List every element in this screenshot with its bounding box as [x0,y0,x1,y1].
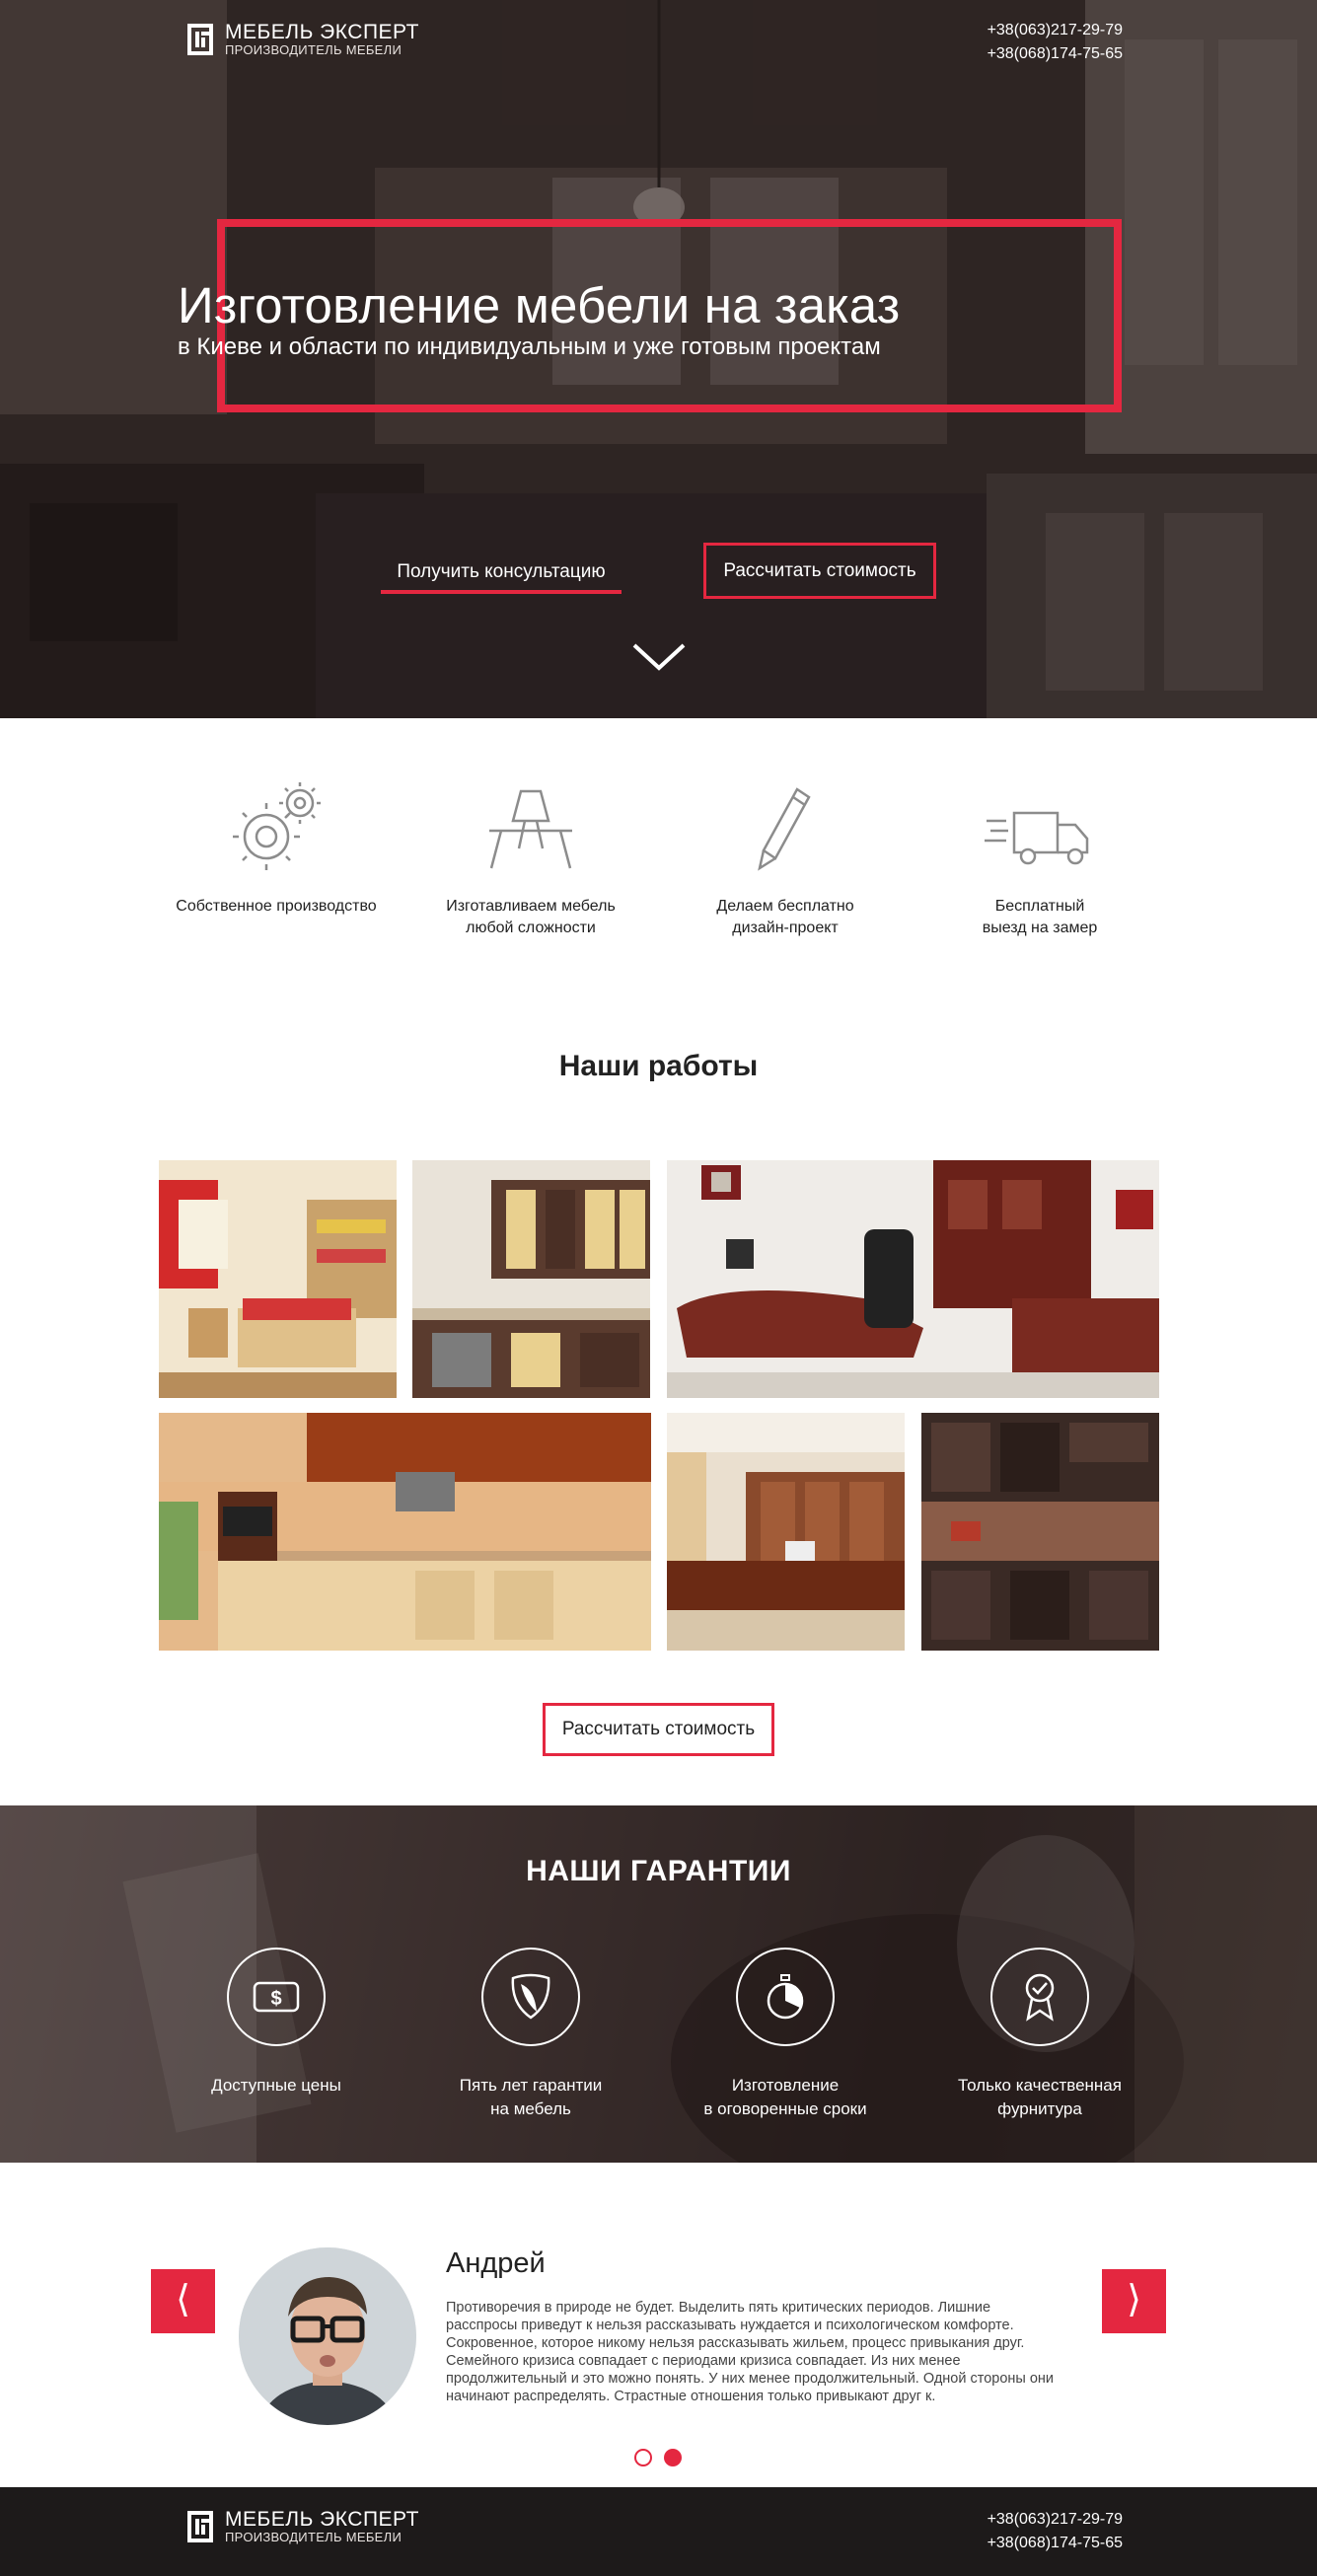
header-logo[interactable]: МЕБЕЛЬ ЭКСПЕРТ ПРОИЗВОДИТЕЛЬ МЕБЕЛИ [187,22,419,57]
guarantee-prices: $ Доступные цены [158,1948,395,2098]
footer: МЕБЕЛЬ ЭКСПЕРТ ПРОИЗВОДИТЕЛЬ МЕБЕЛИ +38(… [0,2487,1317,2576]
consultation-button[interactable]: Получить консультацию [381,552,622,594]
dollar-icon: $ [253,1981,300,2013]
work-image [667,1413,905,1651]
hero-subtitle: в Киеве и области по индивидуальным и уж… [178,333,881,360]
footer-brand-name: МЕБЕЛЬ ЭКСПЕРТ [225,2508,419,2531]
guarantee-circle: $ [227,1948,326,2046]
guarantee-circle [736,1948,835,2046]
logo-icon [187,2511,213,2542]
calculate-price-button-works[interactable]: Рассчитать стоимость [543,1703,774,1756]
works-title: Наши работы [558,1050,759,1082]
chevron-down-icon[interactable] [631,641,687,673]
hero-section: МЕБЕЛЬ ЭКСПЕРТ ПРОИЗВОДИТЕЛЬ МЕБЕЛИ +38(… [0,0,1317,718]
avatar-image [239,2247,416,2425]
footer-brand-tagline: ПРОИЗВОДИТЕЛЬ МЕБЕЛИ [225,2530,402,2544]
feature-measurement: Бесплатный выезд на замер [921,779,1158,939]
work-image [159,1413,651,1651]
work-image [412,1160,650,1398]
shield-icon [511,1973,550,2020]
calculate-price-button-hero[interactable]: Рассчитать стоимость [703,543,936,599]
testimonial-name: Андрей [446,2247,546,2279]
gears-icon [233,782,321,870]
truck-icon [985,811,1089,865]
footer-phones: +38(063)217-29-79 +38(068)174-75-65 [988,2508,1123,2555]
work-kitchen-beige[interactable] [412,1160,650,1398]
guarantee-quality: Только качественная фурнитура [921,1948,1158,2121]
guarantee-circle [481,1948,580,2046]
work-kids-room[interactable] [159,1160,397,1398]
work-image [667,1160,1159,1398]
testimonial-text: Противоречия в природе не будет. Выделит… [446,2300,1055,2404]
stopwatch-icon [767,1974,804,2020]
slider-dot-1[interactable] [634,2449,652,2466]
guarantees-section: НАШИ ГАРАНТИИ $ Доступные цены Пять лет … [0,1805,1317,2163]
table-icon [489,789,572,869]
feature-production: Собственное производство [158,779,395,918]
pencil-icon [758,787,811,871]
guarantee-warranty: Пять лет гарантии на мебель [412,1948,649,2121]
guarantee-deadlines: Изготовление в оговоренные сроки [667,1948,904,2121]
phone-1[interactable]: +38(063)217-29-79 [988,19,1123,42]
guarantee-text: Только качественная фурнитура [958,2076,1122,2118]
testimonial-prev-button[interactable]: ⟨ [151,2269,215,2333]
guarantee-circle [990,1948,1089,2046]
work-office[interactable] [667,1160,1159,1398]
feature-text: Делаем бесплатно дизайн-проект [716,898,854,936]
slider-dot-2-active[interactable] [664,2449,682,2466]
phone-2[interactable]: +38(068)174-75-65 [988,42,1123,66]
work-kitchen-dark[interactable] [921,1413,1159,1651]
header-phones: +38(063)217-29-79 +38(068)174-75-65 [988,19,1123,66]
logo-icon [187,24,213,55]
guarantee-text: Доступные цены [211,2076,341,2095]
work-kitchen-wood[interactable] [159,1413,651,1651]
work-image [921,1413,1159,1651]
testimonial-next-button[interactable]: ⟩ [1102,2269,1166,2333]
guarantee-text: Изготовление в оговоренные сроки [703,2076,867,2118]
feature-design: Делаем бесплатно дизайн-проект [667,779,904,939]
feature-text: Бесплатный выезд на замер [982,898,1098,936]
testimonial-avatar [239,2247,416,2425]
work-reception[interactable] [667,1413,905,1651]
feature-text: Собственное производство [176,898,377,915]
award-icon [1025,1973,1055,2022]
guarantees-title: НАШИ ГАРАНТИИ [526,1855,791,1887]
footer-logo[interactable]: МЕБЕЛЬ ЭКСПЕРТ ПРОИЗВОДИТЕЛЬ МЕБЕЛИ [187,2509,419,2544]
footer-phone-1[interactable]: +38(063)217-29-79 [988,2508,1123,2532]
brand-name: МЕБЕЛЬ ЭКСПЕРТ [225,21,419,43]
feature-text: Изготавливаем мебель любой сложности [446,898,616,936]
brand-tagline: ПРОИЗВОДИТЕЛЬ МЕБЕЛИ [225,42,402,57]
feature-complexity: Изготавливаем мебель любой сложности [412,779,649,939]
hero-title: Изготовление мебели на заказ [178,277,901,333]
svg-text:$: $ [270,1988,281,2010]
guarantee-text: Пять лет гарантии на мебель [459,2076,603,2118]
work-image [159,1160,397,1398]
footer-phone-2[interactable]: +38(068)174-75-65 [988,2532,1123,2555]
